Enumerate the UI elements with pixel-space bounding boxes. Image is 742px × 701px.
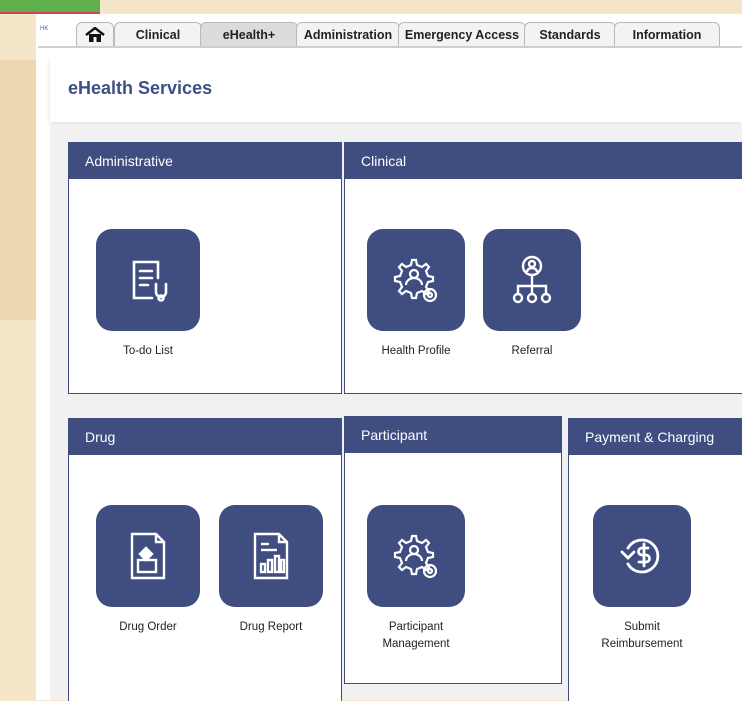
health-profile-button[interactable]: [367, 229, 465, 331]
panel-clinical: Clinical Health Profile Referral: [344, 142, 742, 394]
tab-information[interactable]: Information: [614, 22, 720, 47]
health-profile-label: Health Profile: [381, 345, 451, 357]
home-tab[interactable]: [76, 22, 114, 47]
tile-health-profile[interactable]: Health Profile: [367, 229, 465, 360]
tab-underline: [38, 46, 742, 48]
todo-list-label: To-do List: [123, 345, 173, 357]
drug-order-icon: [130, 532, 166, 580]
panel-clinical-title: Clinical: [345, 143, 742, 179]
panel-participant-title: Participant: [345, 417, 561, 453]
participant-management-button[interactable]: [367, 505, 465, 607]
tile-drug-order[interactable]: Drug Order: [96, 505, 200, 636]
home-icon: [85, 27, 105, 42]
panel-drug: Drug Drug Order Drug Report: [68, 418, 342, 701]
drug-report-icon: [253, 532, 289, 580]
drug-order-label: Drug Order: [119, 621, 177, 633]
tile-submit-reimbursement[interactable]: Submit Reimbursement: [593, 505, 691, 653]
reimbursement-dollar-icon: [620, 538, 660, 574]
ehealth-logo: HK: [40, 26, 66, 40]
tile-referral[interactable]: Referral: [483, 229, 581, 360]
page-header: eHealth Services: [50, 56, 742, 122]
tab-emergency-access[interactable]: Emergency Access: [398, 22, 526, 47]
referral-button[interactable]: [483, 229, 581, 331]
panel-administrative: Administrative To-do List: [68, 142, 342, 394]
tile-drug-report[interactable]: Drug Report: [219, 505, 323, 636]
panel-administrative-title: Administrative: [69, 143, 341, 179]
tab-standards[interactable]: Standards: [524, 22, 616, 47]
tile-participant-management[interactable]: Participant Management: [367, 505, 465, 653]
drug-report-label: Drug Report: [239, 621, 303, 633]
page-title: eHealth Services: [68, 78, 213, 98]
panel-drug-title: Drug: [69, 419, 341, 455]
drug-order-button[interactable]: [96, 505, 200, 607]
referral-network-icon: [512, 255, 552, 304]
todo-list-button[interactable]: [96, 229, 200, 331]
submit-reimbursement-button[interactable]: [593, 505, 691, 607]
drug-report-button[interactable]: [219, 505, 323, 607]
participant-management-gear-icon: [393, 534, 438, 579]
tab-administration[interactable]: Administration: [296, 22, 400, 47]
todo-list-icon: [132, 260, 168, 302]
panel-payment-charging: Payment & Charging Submit Reimbursement: [568, 418, 742, 701]
panel-participant: Participant Participant Management: [344, 416, 562, 684]
tab-ehealth-plus[interactable]: eHealth+: [200, 22, 298, 47]
panel-payment-charging-title: Payment & Charging: [569, 419, 742, 455]
submit-reimbursement-label: Submit Reimbursement: [601, 621, 683, 650]
logo-text: HK: [40, 26, 49, 32]
referral-label: Referral: [511, 345, 553, 357]
tile-todo-list[interactable]: To-do List: [96, 229, 200, 360]
health-profile-gear-icon: [393, 258, 438, 303]
background-strip: [0, 0, 100, 14]
participant-management-label: Participant Management: [382, 621, 450, 650]
tab-clinical[interactable]: Clinical: [114, 22, 202, 47]
